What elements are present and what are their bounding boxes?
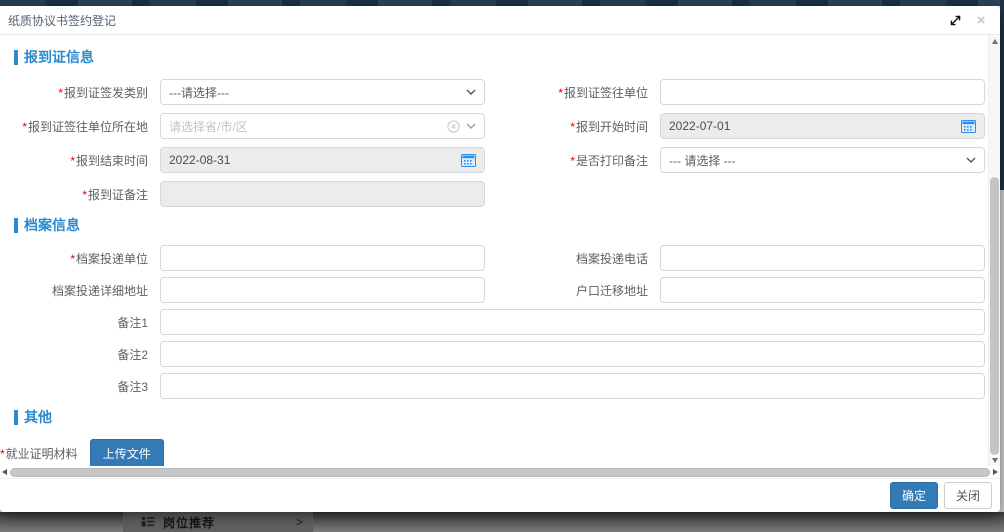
required-asterisk: * (82, 188, 87, 202)
note2-input[interactable] (160, 341, 985, 367)
upload-file-button[interactable]: 上传文件 (90, 439, 164, 466)
chevron-right-icon: > (296, 515, 303, 529)
category-select-value: ---请选择--- (169, 84, 466, 101)
field-label-cert-note: *报到证备注 (0, 186, 160, 203)
vertical-scrollbar[interactable] (988, 35, 1000, 466)
section-accent-bar (14, 410, 18, 425)
required-asterisk: * (22, 120, 27, 134)
form-row: 备注1 (0, 309, 1000, 335)
field-label-hukou-address: 户口迁移地址 (500, 282, 660, 299)
to-unit-input[interactable] (660, 79, 985, 105)
field-label-start-date: *报到开始时间 (500, 118, 660, 135)
scroll-up-arrow-icon[interactable] (989, 35, 1001, 47)
required-asterisk: * (558, 86, 563, 100)
field-label-deliver-unit: *档案投递单位 (0, 250, 160, 267)
to-area-cascader[interactable]: 请选择省/市/区 (160, 113, 485, 139)
section-accent-bar (14, 50, 18, 65)
calendar-icon[interactable] (961, 120, 976, 133)
form-row: 备注2 (0, 341, 1000, 367)
form-row: 备注3 (0, 373, 1000, 399)
section-report-title: 报到证信息 (24, 47, 94, 67)
screen: 岗位推荐 > 纸质协议书签约登记 × 报到证信息 (0, 0, 1004, 532)
field-label-end-date: *报到结束时间 (0, 152, 160, 169)
background-page-right (1000, 0, 1004, 512)
close-icon[interactable]: × (972, 11, 990, 29)
field-label-category: *报到证签发类别 (0, 84, 160, 101)
section-accent-bar (14, 218, 18, 233)
end-date-value: 2022-08-31 (169, 153, 461, 167)
field-label-note1: 备注1 (0, 314, 160, 331)
note3-input[interactable] (160, 373, 985, 399)
section-archive-title: 档案信息 (24, 215, 80, 235)
form-row: *报到证签发类别 ---请选择--- *报到证签往单位 (0, 79, 1000, 105)
field-label-note3: 备注3 (0, 378, 160, 395)
section-archive-header: 档案信息 (14, 215, 1000, 235)
field-label-deliver-phone: 档案投递电话 (500, 250, 660, 267)
start-date-value: 2022-07-01 (669, 119, 961, 133)
hukou-address-input[interactable] (660, 277, 985, 303)
clear-icon[interactable] (447, 120, 460, 133)
dialog-footer: 确定 关闭 (0, 478, 1000, 512)
section-other-title: 其他 (24, 407, 52, 427)
print-note-select-value: --- 请选择 --- (669, 152, 966, 169)
field-label-note2: 备注2 (0, 346, 160, 363)
scroll-right-arrow-icon[interactable] (993, 469, 998, 475)
chevron-down-icon (466, 123, 476, 129)
bg-menu-item-job-recommend[interactable]: 岗位推荐 > (123, 512, 313, 532)
deliver-address-input[interactable] (160, 277, 485, 303)
scroll-down-arrow-icon[interactable] (989, 454, 1001, 466)
maximize-icon[interactable] (946, 11, 964, 29)
end-date-field[interactable]: 2022-08-31 (160, 147, 485, 173)
deliver-unit-input[interactable] (160, 245, 485, 271)
field-label-to-area: *报到证签往单位所在地 (0, 118, 160, 135)
form-row: *报到证签往单位所在地 请选择省/市/区 *报到开始时间 (0, 113, 1000, 139)
field-label-print-note: *是否打印备注 (500, 152, 660, 169)
bg-menu-label: 岗位推荐 (163, 514, 215, 531)
required-asterisk: * (70, 154, 75, 168)
form-row: *档案投递单位 档案投递电话 (0, 245, 1000, 271)
cert-note-field[interactable] (160, 181, 485, 207)
chevron-down-icon (966, 157, 976, 163)
required-asterisk: * (570, 120, 575, 134)
start-date-field[interactable]: 2022-07-01 (660, 113, 985, 139)
form-row: 档案投递详细地址 户口迁移地址 (0, 277, 1000, 303)
background-page-bottom: 岗位推荐 > (0, 512, 1004, 532)
note1-input[interactable] (160, 309, 985, 335)
horizontal-scrollbar[interactable] (0, 466, 1000, 478)
section-other-header: 其他 (14, 407, 1000, 427)
upload-row: *就业证明材料 上传文件 (0, 439, 1000, 466)
scroll-left-arrow-icon[interactable] (2, 469, 7, 475)
paper-agreement-dialog: 纸质协议书签约登记 × 报到证信息 *报到证签发类别 -- (0, 6, 1000, 512)
required-asterisk: * (0, 447, 5, 461)
field-label-to-unit: *报到证签往单位 (500, 84, 660, 101)
required-asterisk: * (570, 154, 575, 168)
category-select[interactable]: ---请选择--- (160, 79, 485, 105)
field-label-material: *就业证明材料 (0, 445, 86, 462)
confirm-button[interactable]: 确定 (890, 482, 938, 509)
print-note-select[interactable]: --- 请选择 --- (660, 147, 985, 173)
calendar-icon[interactable] (461, 154, 476, 167)
horizontal-scrollbar-thumb[interactable] (10, 468, 990, 477)
section-report-header: 报到证信息 (14, 47, 1000, 67)
dialog-title: 纸质协议书签约登记 (8, 12, 946, 29)
vertical-scrollbar-thumb[interactable] (990, 177, 999, 455)
close-button[interactable]: 关闭 (944, 482, 992, 509)
form-row: *报到证备注 (0, 181, 1000, 207)
dialog-header: 纸质协议书签约登记 × (0, 6, 1000, 35)
to-area-placeholder: 请选择省/市/区 (169, 118, 447, 135)
required-asterisk: * (70, 252, 75, 266)
deliver-phone-input[interactable] (660, 245, 985, 271)
dialog-body: 报到证信息 *报到证签发类别 ---请选择--- *报到证签往单位 *报到 (0, 35, 1000, 466)
field-label-deliver-address: 档案投递详细地址 (0, 282, 160, 299)
roster-icon (141, 516, 155, 528)
chevron-down-icon (466, 89, 476, 95)
form-row: *报到结束时间 2022-08-31 *是否打印备注 -- (0, 147, 1000, 173)
required-asterisk: * (58, 86, 63, 100)
